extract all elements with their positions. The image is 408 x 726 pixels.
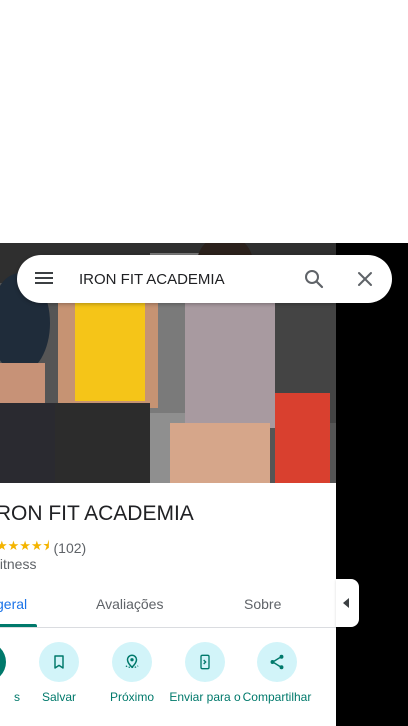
- send-to-phone-button[interactable]: Enviar para o: [167, 642, 243, 704]
- maps-page: IRON FIT ACADEMIA ★★★★⯨ (102) fitness ge…: [0, 0, 408, 726]
- rating-count: (102): [53, 540, 87, 556]
- map-area[interactable]: [336, 243, 408, 726]
- search-input[interactable]: [79, 267, 289, 291]
- tab-active-indicator: [0, 624, 37, 627]
- collapse-panel-handle[interactable]: [336, 579, 359, 627]
- share-button[interactable]: Compartilhar: [239, 642, 315, 704]
- bookmark-icon: [54, 655, 64, 669]
- share-icon: [270, 654, 284, 670]
- share-icon-wrap: [257, 642, 297, 682]
- search-bar: [17, 255, 392, 303]
- place-title: IRON FIT ACADEMIA: [0, 502, 194, 525]
- nearby-button[interactable]: Próximo: [94, 642, 170, 704]
- tab-about[interactable]: Sobre: [244, 596, 281, 612]
- save-button[interactable]: Salvar: [21, 642, 97, 704]
- chevron-left-icon: [343, 598, 349, 608]
- tab-reviews[interactable]: Avaliações: [96, 596, 163, 612]
- nearby-icon: [125, 654, 139, 669]
- send-to-phone-label: Enviar para o: [169, 690, 241, 704]
- nearby-label: Próximo: [109, 690, 154, 704]
- search-icon[interactable]: [302, 267, 326, 291]
- send-icon-wrap: [185, 642, 225, 682]
- tab-bar: geral Avaliações Sobre: [0, 586, 336, 628]
- close-icon[interactable]: [353, 267, 377, 291]
- share-label: Compartilhar: [242, 690, 312, 704]
- directions-icon: [0, 642, 6, 682]
- tab-overview[interactable]: geral: [0, 596, 27, 612]
- save-label: Salvar: [41, 690, 76, 704]
- place-category[interactable]: fitness: [0, 556, 36, 572]
- menu-icon[interactable]: [33, 269, 55, 289]
- bookmark-icon-wrap: [39, 642, 79, 682]
- send-to-phone-icon: [200, 654, 210, 670]
- nearby-icon-wrap: [112, 642, 152, 682]
